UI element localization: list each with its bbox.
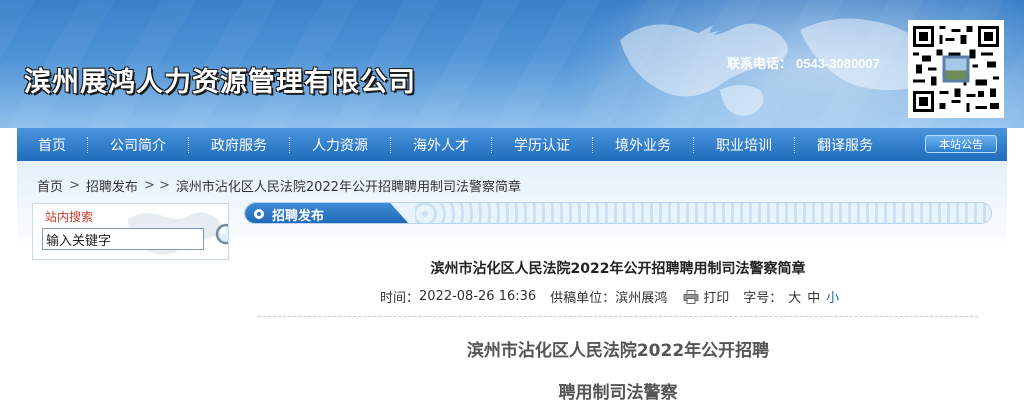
nav-item-translation-services[interactable]: 翻译服务 [795, 128, 895, 161]
article-meta: 时间： 2022-08-26 16:36 供稿单位： 滨州展鸿 打印 字号： 大… [380, 287, 839, 306]
section-pattern [415, 203, 991, 223]
search-input[interactable] [42, 228, 204, 250]
font-size-large[interactable]: 大 [788, 287, 801, 306]
nav-item-degree-certification[interactable]: 学历认证 [492, 128, 592, 161]
site-notice-button[interactable]: 本站公告 [925, 135, 997, 153]
header-banner: 滨州展鸿人力资源管理有限公司 联系电话： 0543-3080007 [0, 0, 1024, 128]
time-label: 时间： [380, 291, 420, 306]
font-size-medium[interactable]: 中 [807, 287, 820, 306]
qr-code-icon [908, 20, 1004, 118]
section-tab [245, 203, 410, 223]
print-link[interactable]: 打印 [703, 287, 729, 306]
site-search-panel: 站内搜索 [32, 203, 229, 260]
company-name: 滨州展鸿人力资源管理有限公司 [24, 67, 416, 98]
breadcrumb-current: 滨州市沾化区人民法院2022年公开招聘聘用制司法警察简章 [175, 180, 521, 195]
article-body-heading: 滨州市沾化区人民法院2022年公开招聘 [466, 341, 770, 361]
time-value: 2022-08-26 16:36 [419, 289, 537, 304]
nav-item-overseas-business[interactable]: 境外业务 [593, 128, 693, 161]
nav-item-vocational-training[interactable]: 职业培训 [694, 128, 794, 161]
font-size-small[interactable]: 小 [826, 287, 839, 306]
nav-item-overseas-talent[interactable]: 海外人才 [391, 128, 491, 161]
breadcrumb: 首页 > 招聘发布 > > 滨州市沾化区人民法院2022年公开招聘聘用制司法警察… [37, 176, 521, 195]
nav-item-home[interactable]: 首页 [17, 128, 87, 161]
breadcrumb-separator: > > [143, 178, 170, 193]
section-title: 招聘发布 [272, 209, 325, 224]
search-icon[interactable] [213, 221, 228, 255]
article-divider [258, 316, 978, 317]
phone-number: 0543-3080007 [796, 56, 880, 71]
bullet-icon [254, 209, 264, 219]
contact-label: 联系电话： [727, 57, 793, 72]
breadcrumb-home-link[interactable]: 首页 [37, 176, 63, 195]
section-header: 招聘发布 [244, 202, 992, 224]
printer-icon[interactable] [683, 289, 699, 304]
contact-phone: 联系电话： 0543-3080007 [727, 53, 880, 72]
search-title: 站内搜索 [45, 210, 94, 224]
font-size-label: 字号： [743, 291, 783, 306]
nav-item-government-services[interactable]: 政府服务 [189, 128, 289, 161]
nav-item-about[interactable]: 公司简介 [88, 128, 188, 161]
breadcrumb-category-link[interactable]: 招聘发布 [86, 176, 138, 195]
source-value: 滨州展鸿 [615, 291, 668, 306]
main-nav: 首页 公司简介 政府服务 人力资源 海外人才 学历认证 境外业务 职业培训 翻译… [17, 128, 1007, 161]
article-title: 滨州市沾化区人民法院2022年公开招聘聘用制司法警察简章 [430, 261, 806, 277]
article-body-subheading: 聘用制司法警察 [558, 383, 678, 400]
nav-item-human-resources[interactable]: 人力资源 [290, 128, 390, 161]
source-label: 供稿单位： [550, 291, 616, 306]
breadcrumb-separator: > [69, 178, 80, 193]
content-background [17, 161, 1007, 400]
